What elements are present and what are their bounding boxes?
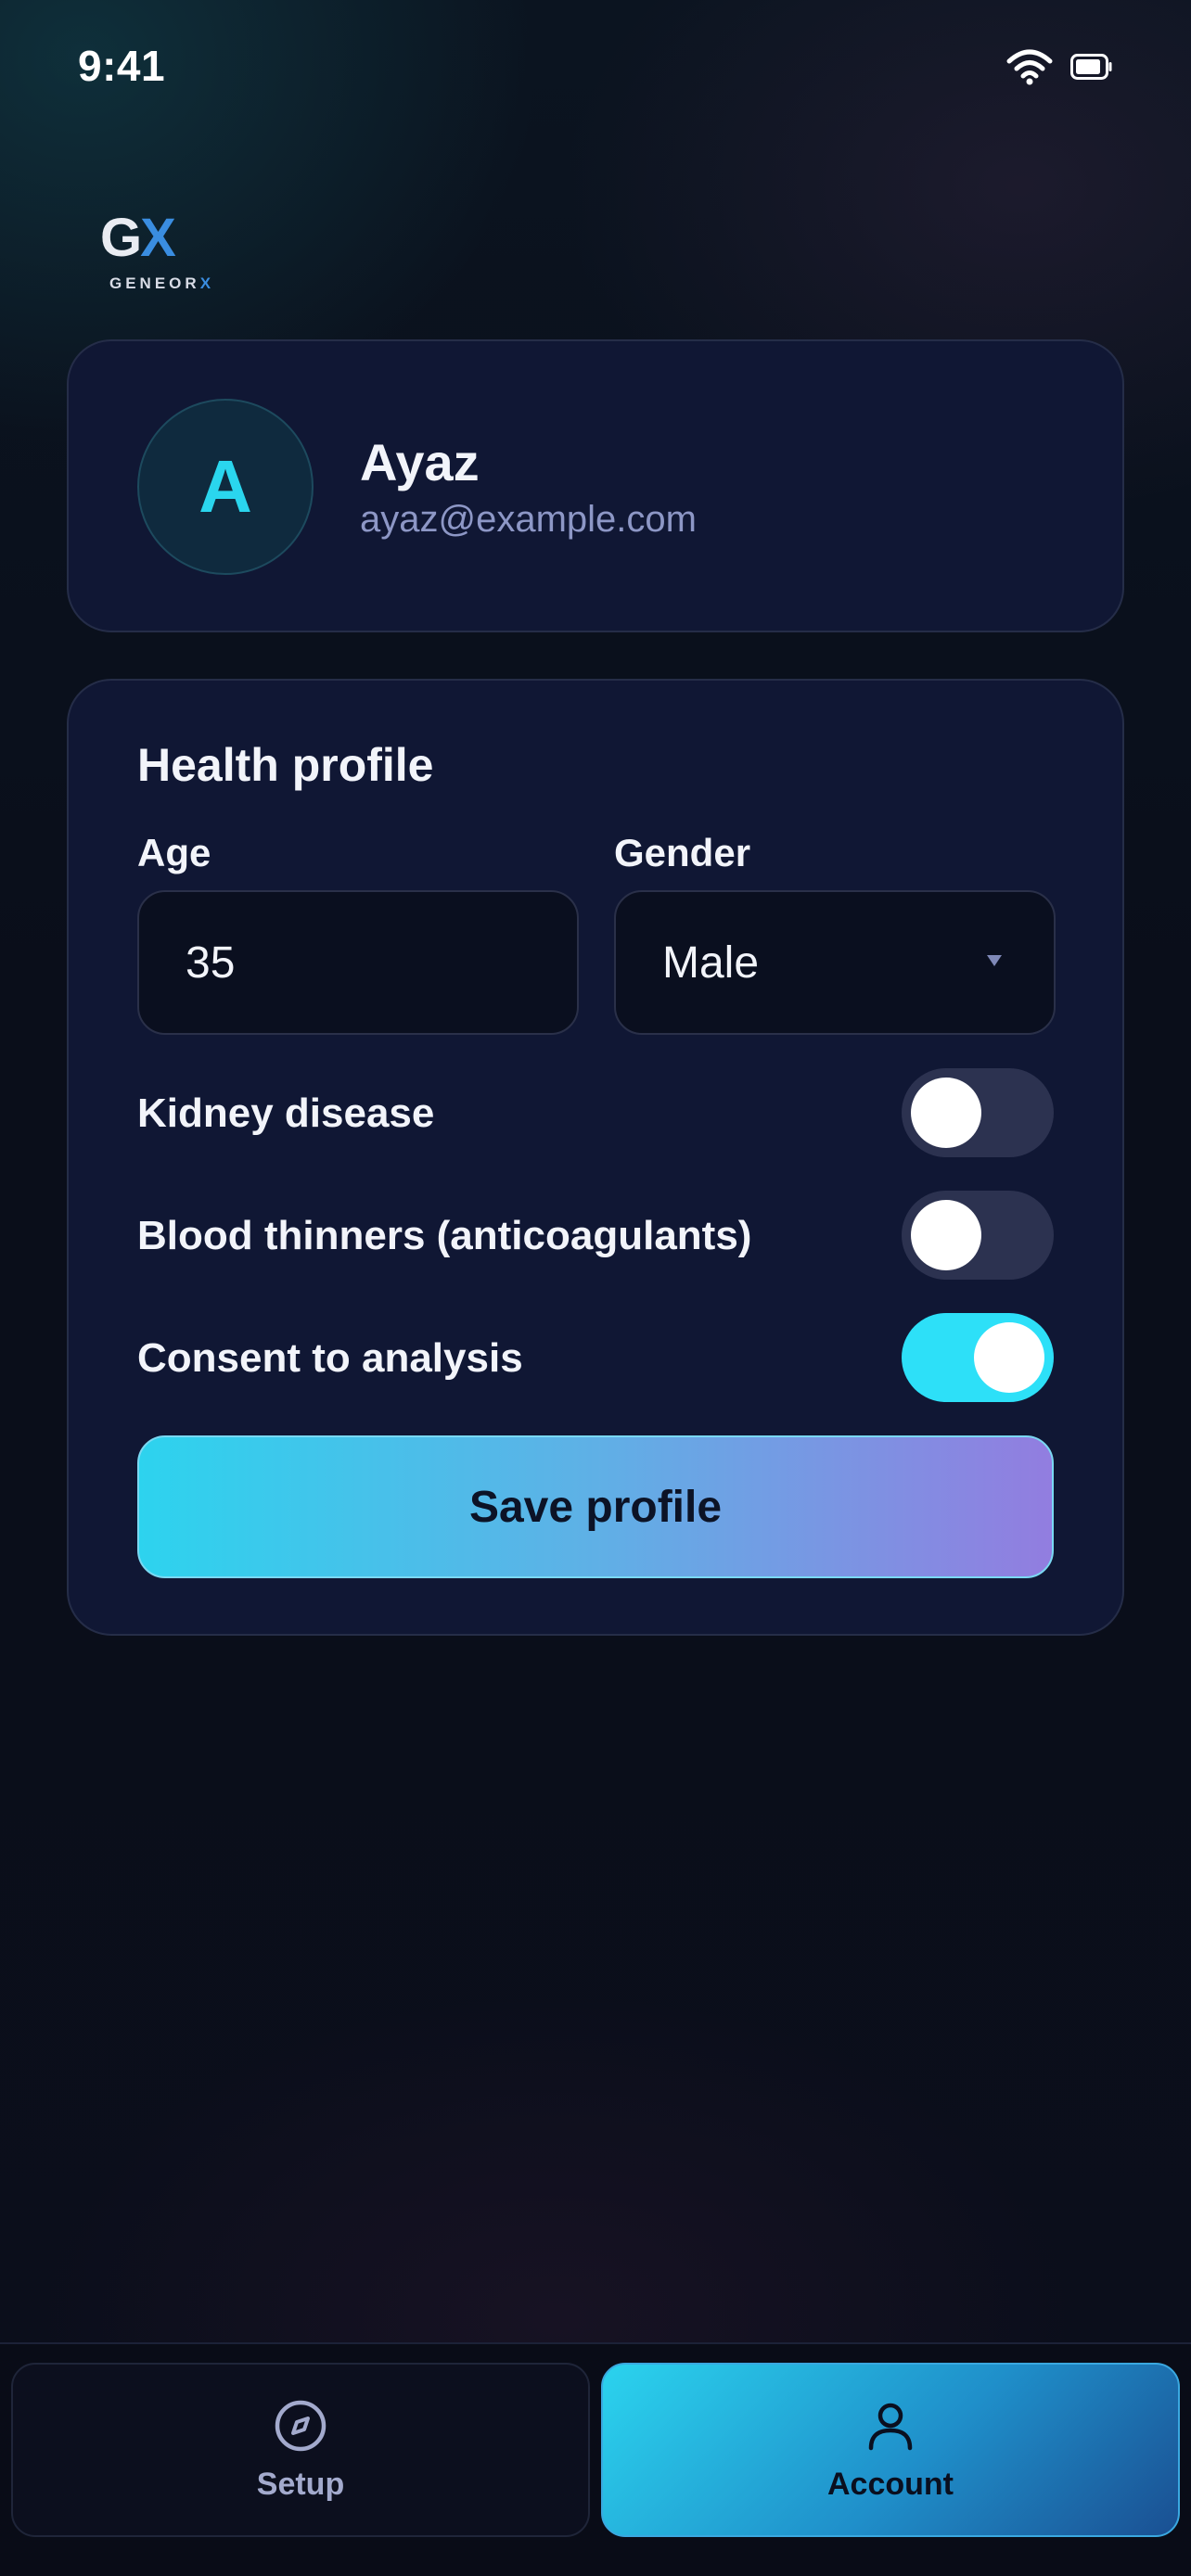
wifi-icon (1006, 49, 1053, 85)
caret-down-icon (987, 955, 1002, 966)
blood-thinners-toggle[interactable] (902, 1191, 1054, 1280)
toggle-knob (911, 1200, 981, 1270)
gender-value: Male (662, 937, 760, 988)
avatar[interactable]: A (137, 399, 314, 575)
profile-card: A Ayaz ayaz@example.com (67, 339, 1124, 632)
gender-select[interactable]: Male (614, 890, 1056, 1035)
section-title: Health profile (137, 739, 434, 791)
gender-label: Gender (614, 831, 751, 874)
toggle-knob (911, 1078, 981, 1148)
age-input[interactable]: 35 (137, 890, 579, 1035)
tab-setup[interactable]: Setup (11, 2363, 590, 2537)
age-value: 35 (186, 937, 236, 988)
battery-icon (1070, 54, 1112, 80)
user-icon (868, 2403, 913, 2450)
tab-label: Account (827, 2466, 954, 2502)
logo-mark: GX (100, 208, 176, 268)
user-email: ayaz@example.com (360, 499, 697, 540)
save-profile-button[interactable]: Save profile (137, 1435, 1054, 1578)
user-name: Ayaz (360, 433, 480, 491)
toggle-label: Consent to analysis (137, 1335, 523, 1381)
toggle-row-consent: Consent to analysis (137, 1313, 1054, 1406)
compass-icon (275, 2400, 327, 2451)
kidney-disease-toggle[interactable] (902, 1068, 1054, 1157)
toggle-row-kidney-disease: Kidney disease (137, 1068, 1054, 1161)
tab-account[interactable]: Account (601, 2363, 1180, 2537)
consent-toggle[interactable] (902, 1313, 1054, 1402)
age-label: Age (137, 831, 211, 874)
app-logo: GX GENEORX (100, 211, 221, 304)
toggle-label: Blood thinners (anticoagulants) (137, 1213, 752, 1258)
toggle-knob (974, 1322, 1044, 1393)
status-time: 9:41 (78, 42, 166, 90)
logo-wordmark: GENEORX (109, 274, 215, 292)
toggle-label: Kidney disease (137, 1090, 435, 1136)
tab-bar: Setup Account (0, 2342, 1191, 2576)
status-bar: 9:41 (0, 0, 1191, 130)
toggle-row-blood-thinners: Blood thinners (anticoagulants) (137, 1191, 1054, 1283)
tab-label: Setup (256, 2466, 345, 2502)
health-profile-card: Health profile Age Gender 35 Male Kidney… (67, 679, 1124, 1636)
